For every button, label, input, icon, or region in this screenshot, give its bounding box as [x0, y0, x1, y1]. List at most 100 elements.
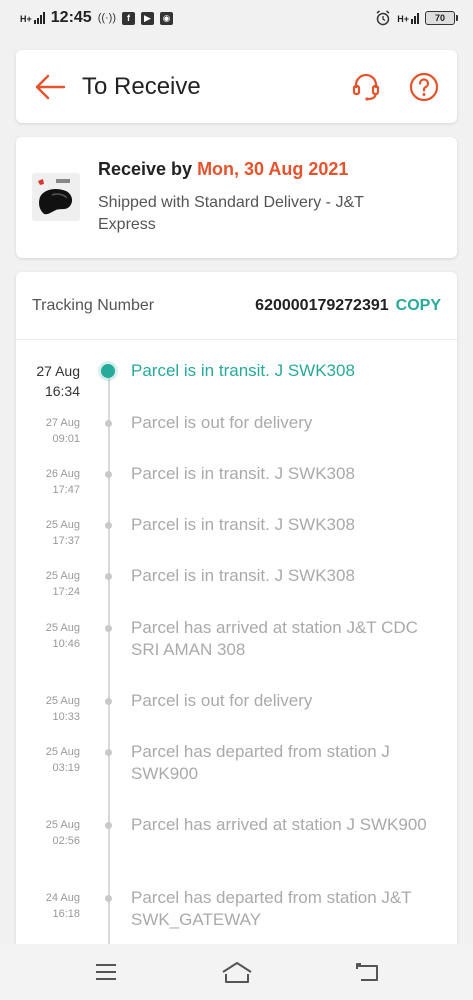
delivery-text: Receive by Mon, 30 Aug 2021 Shipped with… — [98, 159, 418, 258]
event-description: Parcel is in transit. J SWK308 — [131, 566, 355, 585]
event-time: 17:24 — [52, 586, 80, 598]
headset-icon — [352, 73, 380, 101]
home-icon — [221, 962, 252, 983]
tracking-event: 25 Aug 10:33 Parcel is out for delivery — [16, 690, 457, 725]
event-timestamp: 27 Aug 09:01 — [16, 412, 80, 447]
system-nav-bar — [0, 944, 473, 1000]
event-timestamp: 25 Aug 10:33 — [16, 690, 80, 725]
timeline-dot — [105, 822, 112, 829]
back-icon — [355, 963, 378, 981]
notification-app-icon: ◉ — [160, 11, 174, 25]
event-timestamp: 26 Aug 17:47 — [16, 463, 80, 498]
event-date: 25 Aug — [45, 819, 80, 831]
event-time: 10:33 — [52, 711, 80, 723]
event-date: 25 Aug — [45, 746, 80, 758]
event-description: Parcel has arrived at station J SWK900 — [131, 815, 427, 834]
tracking-event: 24 Aug 16:18 Parcel has departed from stat… — [16, 887, 457, 929]
event-date: 25 Aug — [45, 622, 80, 634]
tracking-event: 25 Aug 17:24 Parcel is in transit. J SWK30… — [16, 565, 457, 600]
tracking-event: 25 Aug 03:19 Parcel has departed from stat… — [16, 741, 457, 783]
alarm-icon — [376, 10, 390, 26]
help-button[interactable] — [407, 70, 441, 104]
event-date: 27 Aug — [36, 363, 80, 379]
tracking-event: 25 Aug 02:56 Parcel has arrived at station… — [16, 814, 457, 849]
event-date: 25 Aug — [45, 695, 80, 707]
system-back-button[interactable] — [348, 952, 388, 992]
status-bar-right: H+ 70 — [375, 10, 458, 26]
event-description: Parcel has arrived at station J&T CDC SR… — [131, 618, 418, 659]
recent-apps-button[interactable] — [86, 952, 126, 992]
event-time: 09:01 — [52, 433, 80, 445]
event-time: 16:18 — [52, 908, 80, 920]
event-timestamp: 25 Aug 17:37 — [16, 514, 80, 549]
network-type-right: H+ — [397, 14, 409, 24]
timeline-dot — [105, 471, 112, 478]
timeline-dot — [105, 573, 112, 580]
product-thumbnail — [32, 173, 80, 221]
home-button[interactable] — [217, 952, 257, 992]
timeline-dot — [105, 625, 112, 632]
event-time: 02:56 — [52, 835, 80, 847]
copy-button[interactable]: COPY — [396, 297, 441, 315]
status-bar: H+ 12:45 ((·)) f ▶ ◉ H+ 70 — [0, 0, 473, 36]
arrow-left-icon — [35, 74, 66, 99]
timeline-dot — [105, 895, 112, 902]
hotspot-icon: ((·)) — [97, 12, 117, 24]
event-timestamp: 25 Aug 17:24 — [16, 565, 80, 600]
event-date: 27 Aug — [45, 417, 80, 429]
page-title: To Receive — [82, 72, 201, 100]
event-date: 25 Aug — [45, 570, 80, 582]
event-date: 26 Aug — [45, 468, 80, 480]
timeline-dot — [105, 698, 112, 705]
event-timestamp: 27 Aug 16:34 — [16, 360, 80, 401]
event-timestamp: 25 Aug 02:56 — [16, 814, 80, 849]
tracking-event: 27 Aug 16:34 Parcel is in transit. J SWK30… — [16, 360, 457, 401]
timeline-dot — [105, 420, 112, 427]
event-description: Parcel has departed from station J&T SWK… — [131, 888, 412, 929]
event-description: Parcel is out for delivery — [131, 413, 313, 432]
event-time: 17:37 — [52, 535, 80, 547]
event-description: Parcel is in transit. J SWK308 — [131, 515, 355, 534]
receive-by-line: Receive by Mon, 30 Aug 2021 — [98, 159, 418, 180]
page-header: To Receive — [16, 50, 457, 123]
customer-support-button[interactable] — [349, 70, 383, 104]
question-circle-icon — [409, 72, 439, 101]
clock: 12:45 — [50, 9, 92, 26]
event-description: Parcel is out for delivery — [131, 691, 313, 710]
tracking-timeline: 27 Aug 16:34 Parcel is in transit. J SWK30… — [16, 340, 457, 962]
event-description: Parcel is in transit. J SWK308 — [131, 361, 355, 380]
event-time: 16:34 — [44, 383, 80, 399]
timeline-dot — [105, 522, 112, 529]
event-date: 24 Aug — [45, 892, 80, 904]
back-button[interactable] — [32, 69, 68, 105]
youtube-icon: ▶ — [141, 11, 155, 25]
event-time: 10:46 — [52, 638, 80, 650]
event-description: Parcel has departed from station J SWK90… — [131, 742, 390, 783]
status-bar-left: H+ 12:45 ((·)) f ▶ ◉ — [20, 9, 174, 27]
event-description: Parcel is in transit. J SWK308 — [131, 464, 355, 483]
facebook-icon: f — [122, 11, 136, 25]
delivery-info-card[interactable]: Receive by Mon, 30 Aug 2021 Shipped with… — [16, 137, 457, 258]
tracking-event: 27 Aug 09:01 Parcel is out for delivery — [16, 412, 457, 447]
menu-icon — [95, 964, 116, 980]
event-time: 17:47 — [52, 484, 80, 496]
timeline-dot-active — [101, 364, 115, 378]
tracking-event: 25 Aug 17:37 Parcel is in transit. J SWK30… — [16, 514, 457, 549]
tracking-card: Tracking Number 620000179272391 COPY 27 … — [16, 272, 457, 962]
tracking-event: 25 Aug 10:46 Parcel has arrived at station… — [16, 617, 457, 659]
signal-icon: H+ — [20, 12, 45, 24]
receive-by-label: Receive by — [98, 159, 198, 179]
event-time: 03:19 — [52, 762, 80, 774]
event-timestamp: 24 Aug 16:18 — [16, 887, 80, 922]
event-timestamp: 25 Aug 03:19 — [16, 741, 80, 776]
network-type: H+ — [20, 14, 32, 24]
battery-icon: 70 — [425, 11, 458, 25]
tracking-number-row: Tracking Number 620000179272391 COPY — [16, 272, 457, 340]
shipping-method: Shipped with Standard Delivery - J&T Exp… — [98, 194, 364, 233]
mobile-data-icon: H+ — [397, 12, 419, 24]
event-timestamp: 25 Aug 10:46 — [16, 617, 80, 652]
tracking-number-label: Tracking Number — [32, 296, 155, 314]
event-date: 25 Aug — [45, 519, 80, 531]
tracking-event: 26 Aug 17:47 Parcel is in transit. J SWK30… — [16, 463, 457, 498]
receive-date: Mon, 30 Aug 2021 — [197, 159, 349, 179]
